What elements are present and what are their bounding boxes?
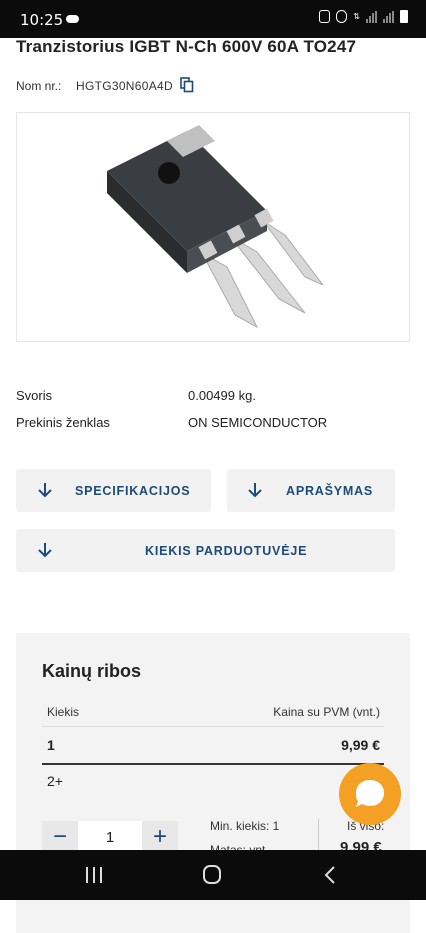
divider [42,726,384,727]
price-row-qty: 1 [47,737,55,753]
system-nav-bar [0,850,426,900]
min-quantity: Min. kiekis: 1 [210,819,280,833]
chat-bubble-icon [356,780,384,807]
property-value-weight: 0.00499 kg. [188,388,256,403]
home-icon[interactable] [197,863,227,887]
cloud-icon [66,15,79,23]
status-bar: 10:25 ⇅ [0,0,426,38]
arrow-down-icon [38,483,52,498]
price-breaks-title: Kainų ribos [42,661,142,681]
stock-label: KIEKIS PARDUOTUVĖJE [145,544,308,558]
copy-icon[interactable] [180,77,194,93]
column-header-price: Kaina su PVM (vnt.) [273,705,380,719]
network-icon: ⇅ [353,11,360,21]
property-label-weight: Svoris [16,388,53,403]
transistor-illustration [107,125,324,329]
price-row-qty: 2+ [47,773,63,789]
column-header-qty: Kiekis [47,705,80,719]
property-label-brand: Prekinis ženklas [16,415,110,430]
battery-icon [400,10,408,23]
signal-icon-2 [383,10,394,23]
arrow-down-icon [38,543,52,558]
product-title: Tranzistorius IGBT N-Ch 600V 60A TO247 [16,37,357,56]
specifications-button[interactable]: SPECIFIKACIJOS [16,469,211,512]
signal-icon [366,10,377,23]
product-image[interactable] [16,112,410,342]
stock-button[interactable]: KIEKIS PARDUOTUVĖJE [16,529,395,572]
price-row-price: 9,99 € [341,737,380,753]
arrow-down-icon [248,483,262,498]
status-time: 10:25 [20,11,64,29]
chat-button[interactable] [339,763,401,825]
recent-apps-icon[interactable] [79,863,109,887]
nom-value: HGTG30N60A4D [76,79,173,93]
divider [42,763,384,765]
nom-label: Nom nr.: [16,79,62,93]
alarm-icon [336,10,348,23]
status-icons: ⇅ [319,10,408,23]
back-icon[interactable] [316,863,346,887]
description-label: APRAŠYMAS [286,484,374,498]
description-button[interactable]: APRAŠYMAS [227,469,395,512]
property-value-brand: ON SEMICONDUCTOR [188,415,328,430]
specifications-label: SPECIFIKACIJOS [75,484,191,498]
lock-icon [319,10,331,23]
